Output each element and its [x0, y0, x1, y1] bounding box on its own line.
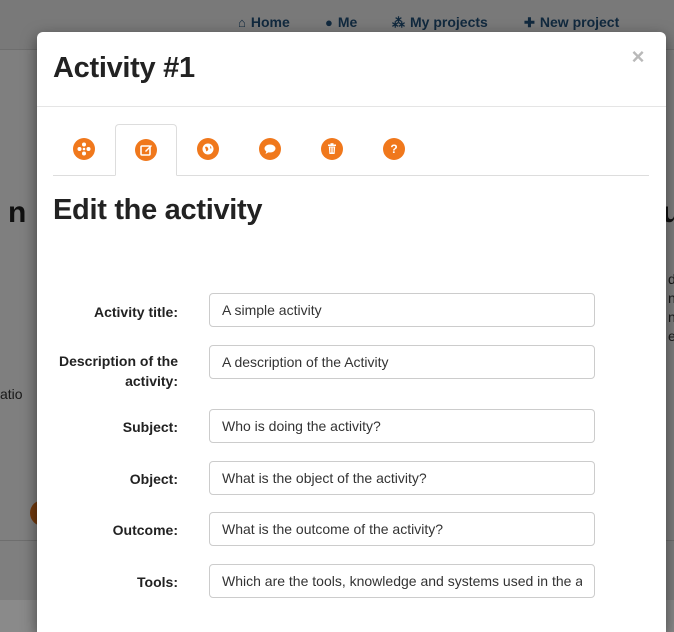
close-icon: ×	[631, 44, 645, 69]
object-input[interactable]	[209, 461, 595, 495]
activity-modal: Activity #1 × ? Edit the activity Activi…	[37, 32, 666, 632]
close-button[interactable]: ×	[627, 46, 649, 68]
outcome-label: Outcome:	[112, 522, 178, 538]
subject-label: Subject:	[122, 419, 178, 435]
activity-title-input[interactable]	[209, 293, 595, 327]
trash-icon	[321, 138, 343, 160]
globe-icon	[197, 138, 219, 160]
tab-globe[interactable]	[177, 124, 239, 175]
subject-input[interactable]	[209, 409, 595, 443]
edit-icon	[135, 139, 157, 161]
modal-header: Activity #1 ×	[37, 32, 666, 107]
tab-delete[interactable]	[301, 124, 363, 175]
comment-icon	[259, 138, 281, 160]
object-label: Object:	[129, 471, 178, 487]
tools-input[interactable]	[209, 564, 595, 598]
tab-comments[interactable]	[239, 124, 301, 175]
description-label: Description of the activity:	[58, 353, 178, 389]
tab-help[interactable]: ?	[363, 124, 425, 175]
section-title: Edit the activity	[53, 194, 263, 226]
network-icon	[73, 138, 95, 160]
tab-edit[interactable]	[115, 124, 177, 176]
description-input[interactable]	[209, 345, 595, 379]
tab-overview[interactable]	[53, 124, 115, 175]
question-icon: ?	[383, 138, 405, 160]
outcome-input[interactable]	[209, 512, 595, 546]
activity-title-label: Activity title:	[93, 304, 178, 320]
modal-title: Activity #1	[53, 52, 195, 84]
tools-label: Tools:	[137, 574, 178, 590]
modal-tabs: ?	[53, 124, 649, 176]
